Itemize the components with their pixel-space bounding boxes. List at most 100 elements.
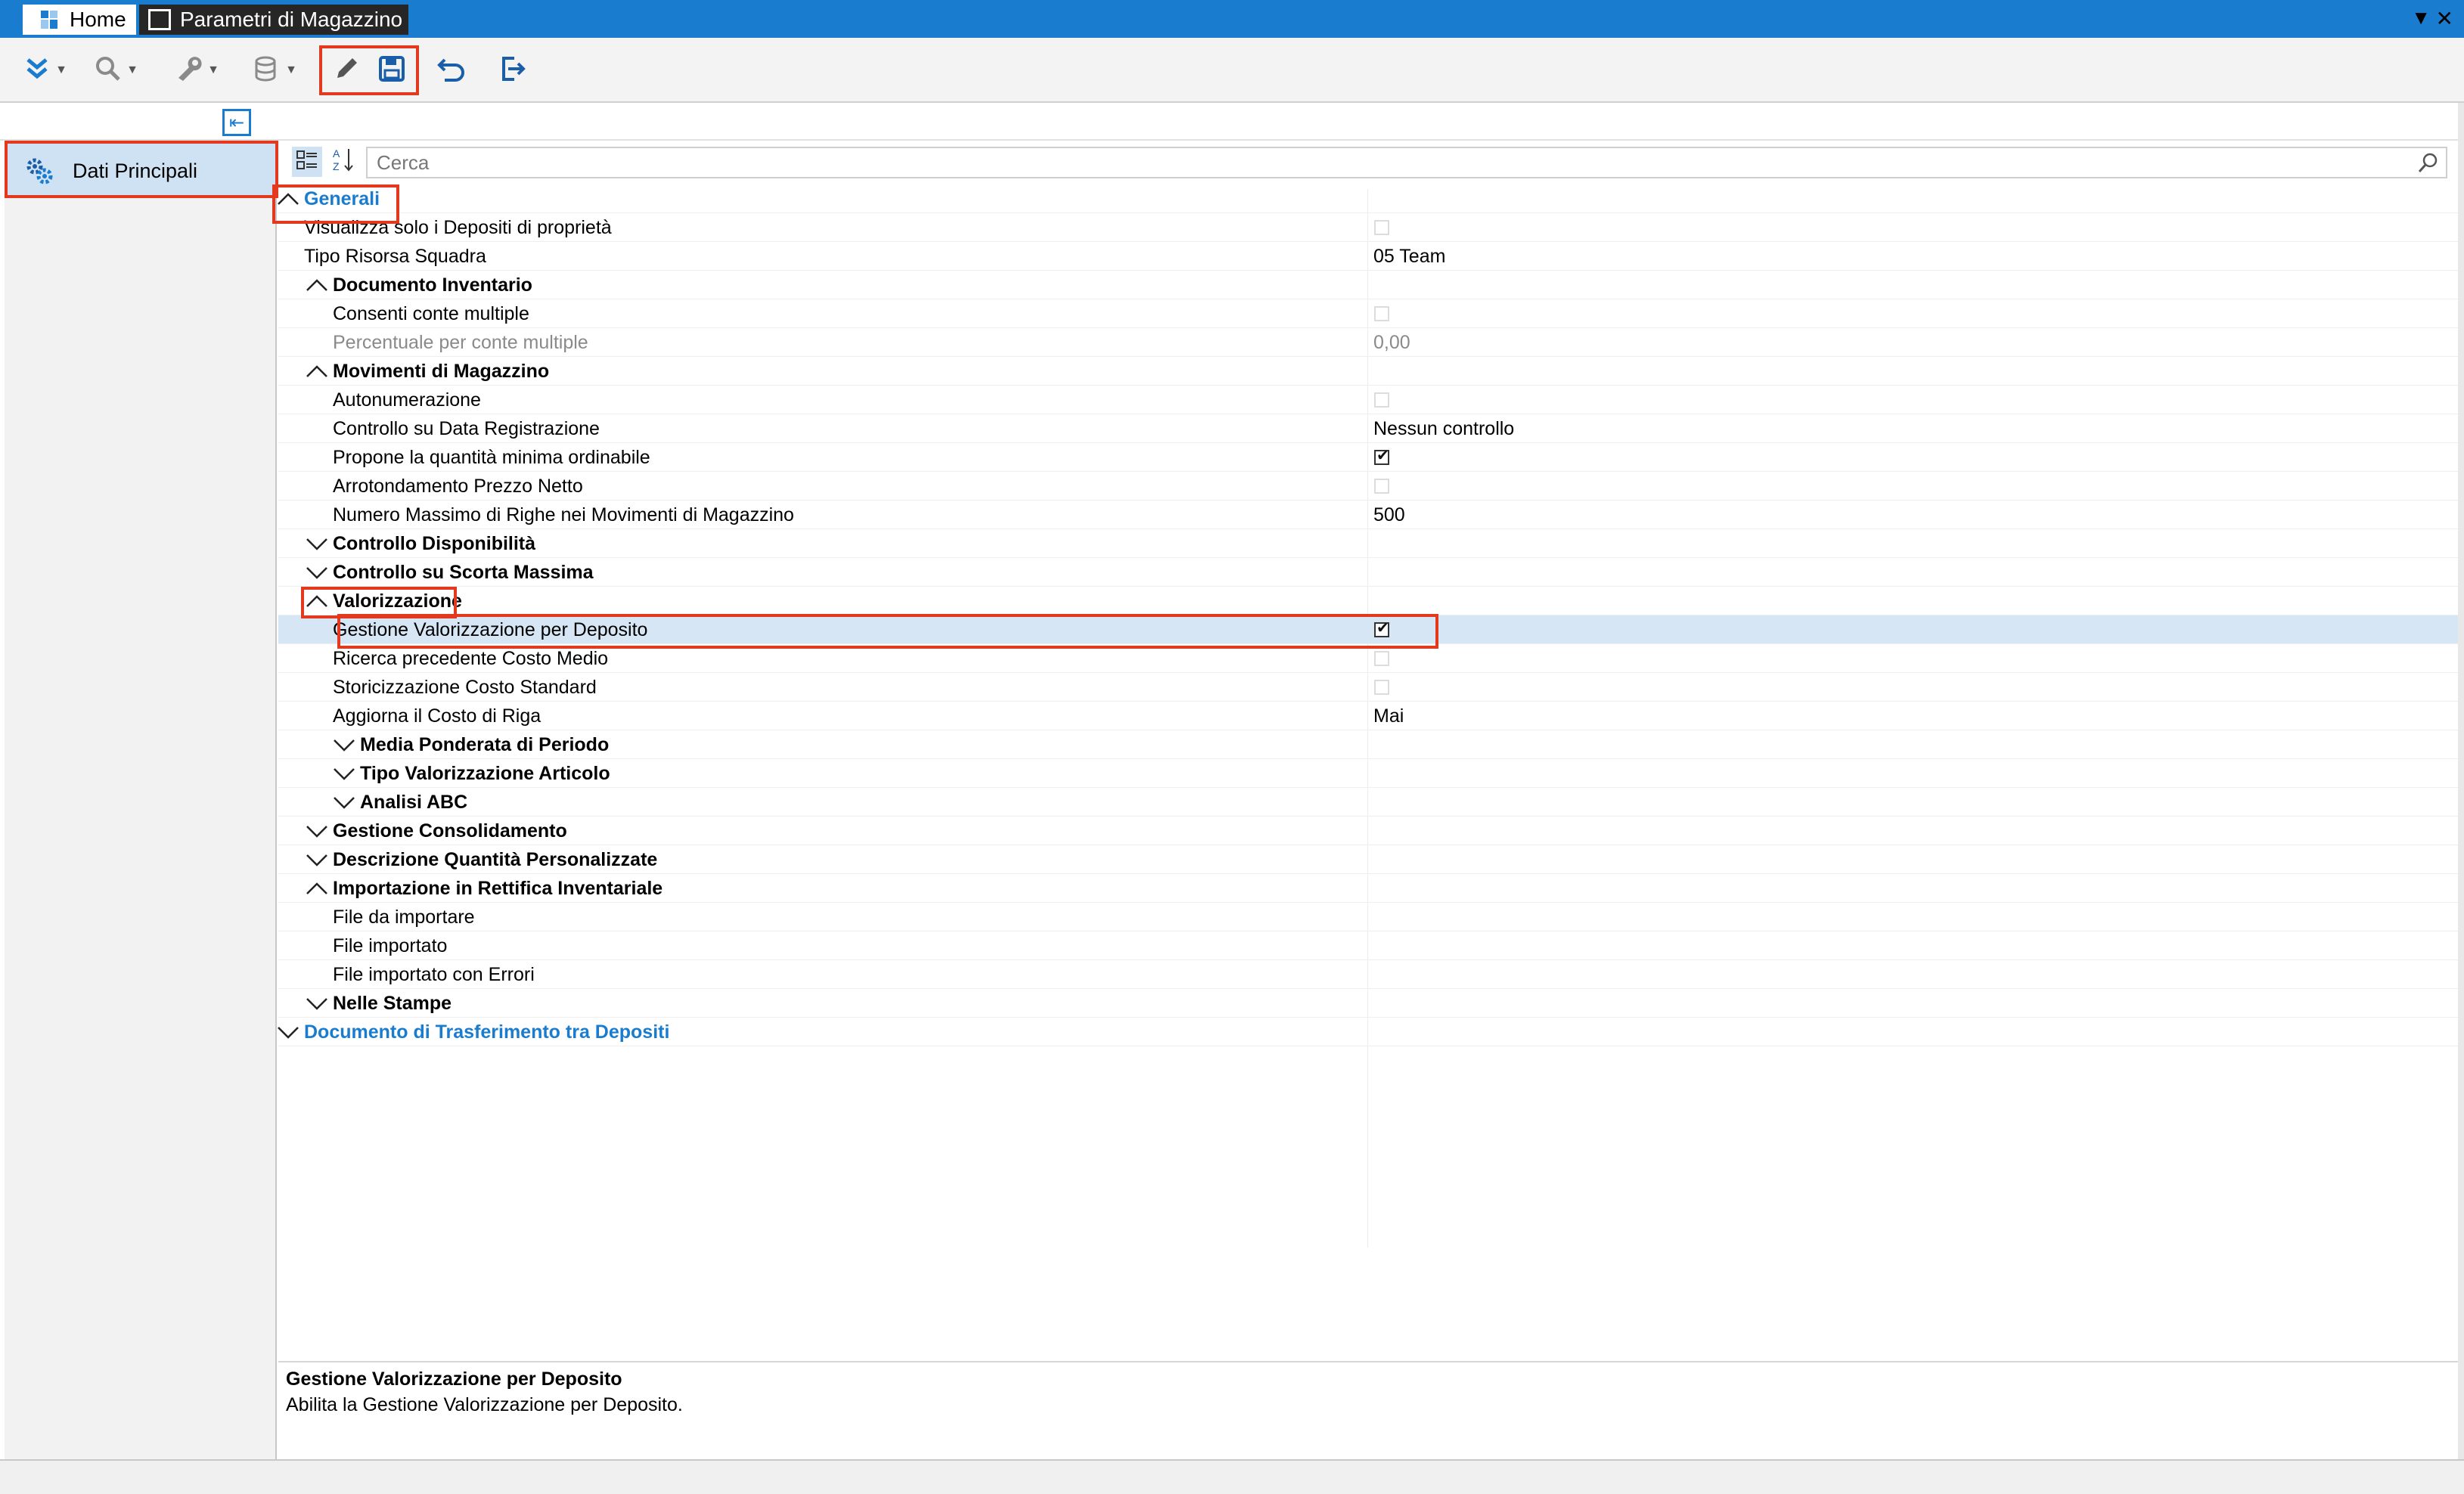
category-row[interactable]: Media Ponderata di Periodo: [278, 730, 2458, 759]
chevron-down-icon[interactable]: [304, 531, 330, 556]
caret-down-icon: ▼: [285, 64, 297, 76]
undo-button[interactable]: [431, 50, 473, 91]
categorized-view-button[interactable]: [292, 147, 322, 177]
edit-button[interactable]: [327, 50, 366, 91]
save-icon: [378, 55, 405, 86]
property-row[interactable]: Autonumerazione: [278, 386, 2458, 414]
property-label: Storicizzazione Costo Standard: [333, 677, 597, 698]
svg-text:Z: Z: [333, 160, 340, 172]
property-value[interactable]: 05 Team: [1373, 242, 1445, 271]
database-button[interactable]: ▼: [245, 50, 306, 91]
property-value[interactable]: Mai: [1373, 702, 1404, 730]
chevron-down-icon[interactable]: [304, 847, 330, 873]
property-row[interactable]: Consenti conte multiple: [278, 299, 2458, 328]
property-checkbox[interactable]: [1374, 680, 1389, 695]
property-row[interactable]: File importato con Errori: [278, 960, 2458, 989]
window-border: [2458, 103, 2464, 1459]
collapse-panel-icon[interactable]: ⇤: [222, 109, 251, 136]
property-row[interactable]: Propone la quantità minima ordinabile: [278, 443, 2458, 472]
category-row[interactable]: Importazione in Rettifica Inventariale: [278, 874, 2458, 903]
caret-down-icon: ▼: [126, 64, 138, 76]
chevron-down-icon[interactable]: [304, 990, 330, 1016]
category-row[interactable]: Controllo Disponibilità: [278, 529, 2458, 558]
tools-button[interactable]: ▼: [166, 50, 227, 91]
property-row[interactable]: Tipo Risorsa Squadra 05 Team: [278, 242, 2458, 271]
search-box: [366, 147, 2447, 178]
property-label: File importato: [333, 935, 448, 956]
expand-menu-button[interactable]: ▼: [15, 50, 76, 91]
chevron-down-icon[interactable]: [304, 559, 330, 585]
database-icon: [253, 55, 281, 86]
highlight-gestione-valorizzazione: [337, 614, 1438, 649]
exit-button[interactable]: [492, 50, 534, 91]
sidebar: Dati Principali: [5, 141, 278, 1459]
sort-az-icon: AZ: [332, 147, 355, 177]
tab-parametri-magazzino[interactable]: Parametri di Magazzino: [139, 5, 408, 35]
property-value[interactable]: 0,00: [1373, 328, 1410, 357]
category-row[interactable]: Documento Inventario: [278, 271, 2458, 299]
property-value[interactable]: 500: [1373, 501, 1405, 529]
window-icon: [148, 9, 171, 30]
chevron-up-icon[interactable]: [304, 358, 330, 384]
property-value[interactable]: Nessun controllo: [1373, 414, 1514, 443]
panel-collapse-bar: ⇤: [0, 103, 2464, 141]
category-row[interactable]: Controllo su Scorta Massima: [278, 558, 2458, 587]
chevron-down-icon[interactable]: [331, 761, 357, 786]
highlight-sidebar-item: [5, 141, 278, 198]
property-label: Media Ponderata di Periodo: [360, 734, 610, 755]
property-row[interactable]: Numero Massimo di Righe nei Movimenti di…: [278, 501, 2458, 529]
sort-alphabetical-button[interactable]: AZ: [328, 147, 358, 177]
property-row[interactable]: Visualizza solo i Depositi di proprietà: [278, 213, 2458, 242]
categorized-list-icon: [296, 149, 318, 175]
property-row[interactable]: File importato: [278, 931, 2458, 960]
chevron-up-icon[interactable]: [304, 876, 330, 901]
category-row[interactable]: Tipo Valorizzazione Articolo: [278, 759, 2458, 788]
category-row[interactable]: Movimenti di Magazzino: [278, 357, 2458, 386]
caret-down-icon: ▼: [207, 64, 219, 76]
property-checkbox[interactable]: [1374, 479, 1389, 494]
chevron-down-icon[interactable]: [331, 732, 357, 758]
property-row[interactable]: Percentuale per conte multiple 0,00: [278, 328, 2458, 357]
property-label: Arrotondamento Prezzo Netto: [333, 476, 583, 497]
caret-down-icon: ▼: [55, 64, 67, 76]
close-icon[interactable]: ✕: [2436, 6, 2453, 31]
save-button[interactable]: [372, 50, 411, 91]
search-input[interactable]: [368, 148, 2405, 177]
category-row[interactable]: Nelle Stampe: [278, 989, 2458, 1018]
property-row[interactable]: File da importare: [278, 903, 2458, 931]
chevron-down-icon[interactable]: [331, 789, 357, 815]
property-row[interactable]: Storicizzazione Costo Standard: [278, 673, 2458, 702]
property-checkbox[interactable]: [1374, 220, 1389, 235]
category-row[interactable]: Descrizione Quantità Personalizzate: [278, 845, 2458, 874]
property-checkbox[interactable]: [1374, 651, 1389, 666]
chevron-up-icon[interactable]: [304, 272, 330, 298]
tab-parametri-label: Parametri di Magazzino: [180, 8, 403, 31]
search-button[interactable]: ▼: [86, 50, 147, 91]
category-row[interactable]: Analisi ABC: [278, 788, 2458, 817]
description-panel: Gestione Valorizzazione per Deposito Abi…: [278, 1361, 2458, 1459]
property-checkbox[interactable]: [1374, 306, 1389, 321]
property-checkbox[interactable]: [1374, 446, 1389, 465]
category-row[interactable]: Generali: [278, 184, 2458, 213]
description-text: Abilita la Gestione Valorizzazione per D…: [286, 1394, 683, 1415]
home-icon: [39, 9, 59, 30]
property-label: Documento Inventario: [333, 274, 532, 296]
property-label: Consenti conte multiple: [333, 303, 529, 324]
search-icon[interactable]: [2417, 151, 2440, 174]
property-row[interactable]: Aggiorna il Costo di Riga Mai: [278, 702, 2458, 730]
property-checkbox[interactable]: [1374, 392, 1389, 408]
property-row[interactable]: Arrotondamento Prezzo Netto: [278, 472, 2458, 501]
property-label: Numero Massimo di Righe nei Movimenti di…: [333, 504, 794, 525]
tab-home[interactable]: Home: [23, 5, 136, 35]
wrench-icon: [174, 55, 203, 86]
category-row[interactable]: Documento di Trasferimento tra Depositi: [278, 1018, 2458, 1046]
property-label: Movimenti di Magazzino: [333, 361, 550, 382]
property-row[interactable]: Controllo su Data Registrazione Nessun co…: [278, 414, 2458, 443]
chevron-down-icon[interactable]: [304, 818, 330, 844]
category-row[interactable]: Valorizzazione: [278, 587, 2458, 615]
category-row[interactable]: Gestione Consolidamento: [278, 817, 2458, 845]
chevron-down-icon[interactable]: ▼: [2411, 6, 2431, 29]
toolbar: ▼ ▼ ▼ ▼: [0, 38, 2464, 103]
property-label: Nelle Stampe: [333, 993, 452, 1014]
chevron-down-icon[interactable]: [275, 1019, 301, 1045]
